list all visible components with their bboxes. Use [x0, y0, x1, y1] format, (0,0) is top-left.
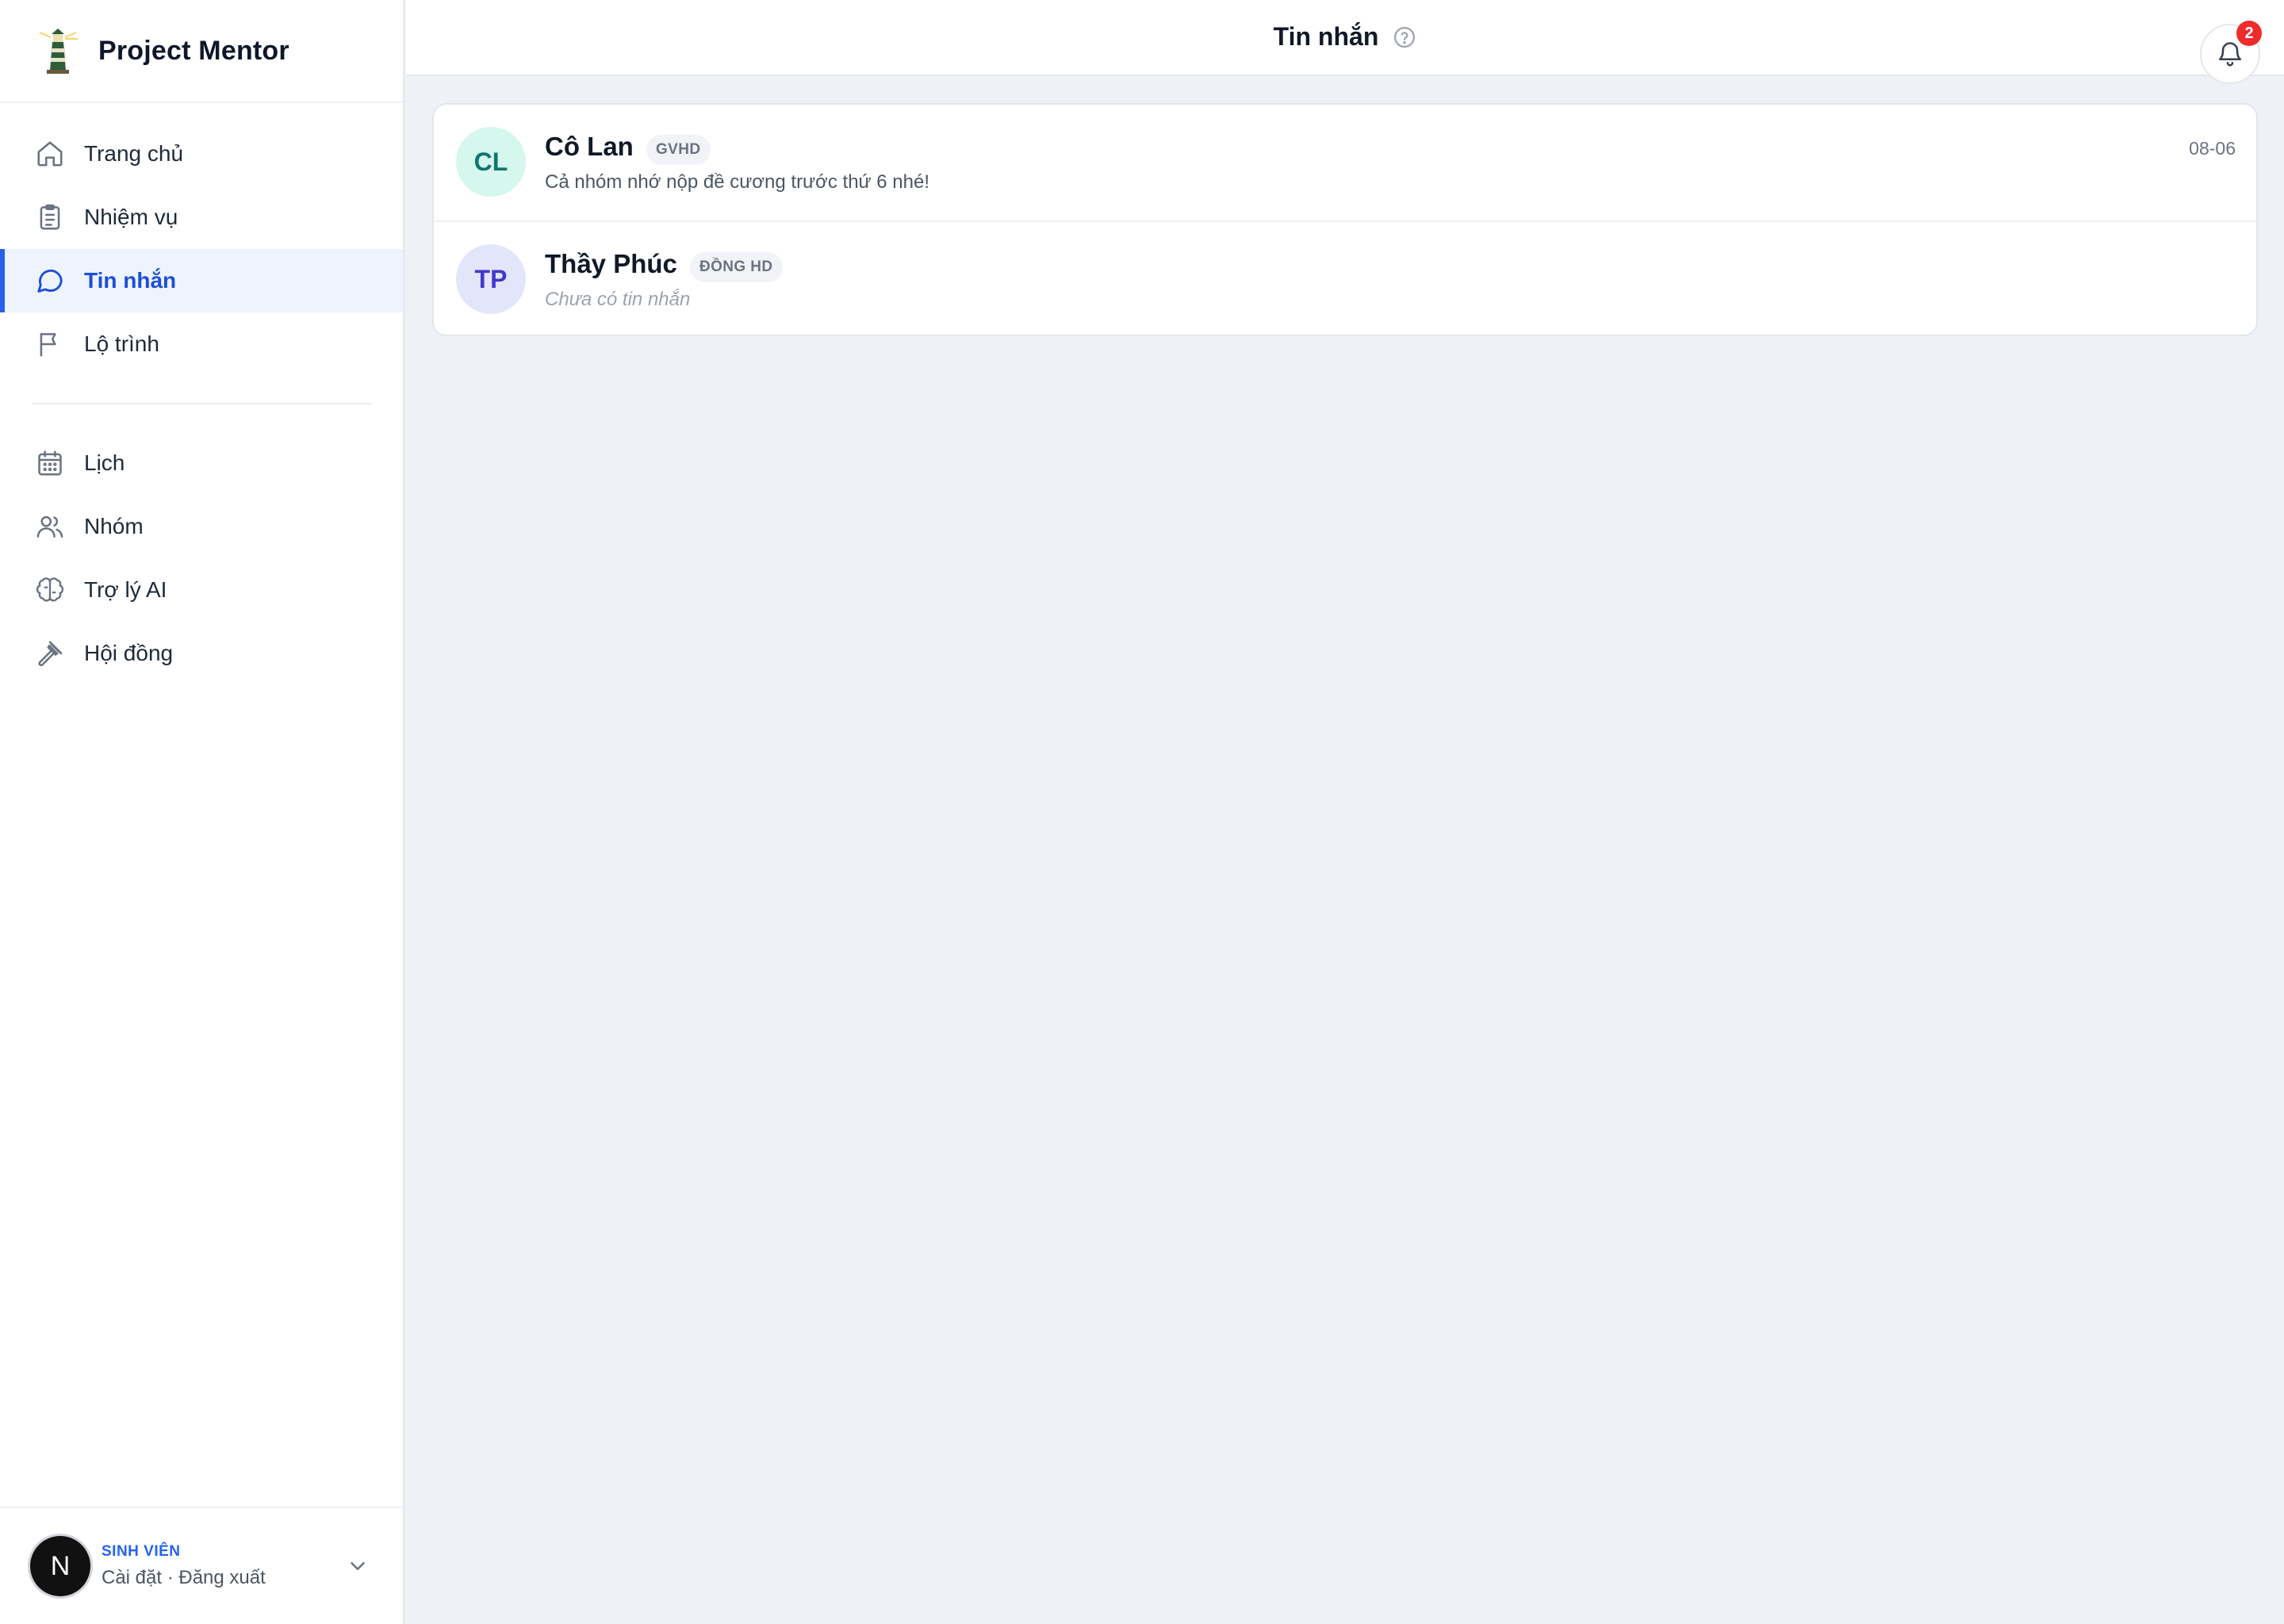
app-root: Project Mentor Trang chủ Nhiệm vụ Tin nh… — [0, 0, 2284, 1624]
user-links[interactable]: Cài đặt · Đăng xuất — [102, 1567, 266, 1589]
contact-name: Thầy Phúc — [545, 249, 677, 278]
clipboard-icon — [35, 202, 65, 232]
user-role: SINH VIÊN — [102, 1543, 181, 1560]
brand[interactable]: Project Mentor — [0, 0, 403, 103]
role-badge: ĐỒNG HD — [690, 252, 783, 282]
sidebar: Project Mentor Trang chủ Nhiệm vụ Tin nh… — [0, 0, 404, 1624]
bell-icon — [2218, 42, 2242, 67]
nav-divider — [32, 403, 371, 404]
sidebar-item-label: Tin nhắn — [84, 268, 177, 293]
sidebar-item-label: Nhóm — [84, 514, 144, 538]
gavel-icon — [35, 638, 65, 668]
avatar: CL — [456, 127, 526, 197]
help-circle-icon[interactable] — [1393, 25, 1416, 49]
brand-name: Project Mentor — [98, 35, 289, 66]
header-title-wrap: Tin nhắn — [406, 22, 2284, 52]
user-menu[interactable]: N SINH VIÊN Cài đặt · Đăng xuất — [0, 1507, 403, 1624]
avatar[interactable]: N — [30, 1536, 90, 1596]
calendar-icon — [35, 448, 65, 478]
user-info: SINH VIÊN Cài đặt · Đăng xuất — [102, 1543, 266, 1589]
sidebar-item-label: Trợ lý AI — [84, 577, 167, 602]
conversation-item[interactable]: CL Cô Lan GVHD Cả nhóm nhớ nộp đề cương … — [434, 105, 2256, 220]
lighthouse-icon — [39, 29, 78, 74]
brain-icon — [35, 575, 65, 605]
sidebar-item-groups[interactable]: Nhóm — [0, 495, 403, 558]
conversation-list: CL Cô Lan GVHD Cả nhóm nhớ nộp đề cương … — [432, 103, 2258, 336]
top-header: Tin nhắn 2 — [406, 0, 2284, 84]
notification-badge: 2 — [2236, 21, 2262, 46]
conversation-item[interactable]: TP Thầy Phúc ĐỒNG HD Chưa có tin nhắn — [434, 220, 2256, 335]
message-time: 08-06 — [2189, 138, 2236, 159]
message-preview: Chưa có tin nhắn — [545, 289, 691, 310]
home-icon — [35, 139, 65, 169]
sidebar-item-ai-assistant[interactable]: Trợ lý AI — [0, 558, 403, 622]
sidebar-item-label: Trang chủ — [84, 141, 184, 166]
sidebar-item-messages[interactable]: Tin nhắn — [0, 249, 403, 312]
flag-icon — [35, 329, 65, 359]
users-icon — [35, 511, 65, 542]
sidebar-item-label: Nhiệm vụ — [84, 205, 178, 229]
sidebar-item-calendar[interactable]: Lịch — [0, 431, 403, 495]
chat-icon — [35, 266, 65, 296]
message-preview: Cả nhóm nhớ nộp đề cương trước thứ 6 nhé… — [545, 171, 930, 193]
sidebar-item-home[interactable]: Trang chủ — [0, 122, 403, 186]
role-badge: GVHD — [646, 135, 711, 165]
sidebar-item-tasks[interactable]: Nhiệm vụ — [0, 186, 403, 249]
sidebar-item-label: Lộ trình — [84, 331, 159, 356]
sidebar-item-council[interactable]: Hội đồng — [0, 622, 403, 685]
avatar: TP — [456, 244, 526, 314]
sidebar-nav: Trang chủ Nhiệm vụ Tin nhắn Lộ trình Lịc… — [0, 103, 403, 685]
sidebar-item-label: Hội đồng — [84, 641, 174, 665]
chevron-down-icon[interactable] — [346, 1554, 370, 1578]
notifications-button[interactable]: 2 — [2200, 21, 2262, 84]
page-title: Tin nhắn — [1273, 22, 1379, 51]
sidebar-item-roadmap[interactable]: Lộ trình — [0, 312, 403, 376]
sidebar-item-label: Lịch — [84, 450, 125, 475]
contact-name: Cô Lan — [545, 132, 634, 161]
